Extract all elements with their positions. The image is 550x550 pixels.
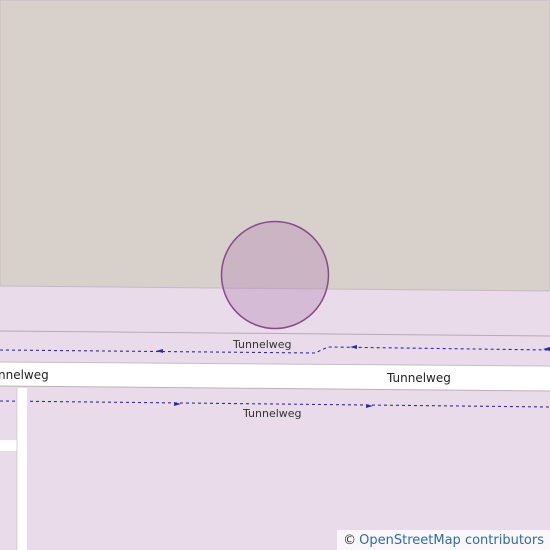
street-label-right: Tunnelweg — [387, 371, 451, 385]
side-path — [17, 388, 27, 550]
copyright-icon: © — [343, 532, 357, 548]
street-label-left: nnelweg — [0, 368, 49, 382]
openstreetmap-link[interactable]: OpenStreetMap contributors — [359, 533, 544, 548]
side-path — [0, 440, 17, 451]
footpath-label-lower: Tunnelweg — [243, 407, 302, 420]
map-attribution: © OpenStreetMap contributors — [337, 530, 550, 550]
map-canvas — [0, 0, 550, 550]
location-circle[interactable] — [220, 220, 330, 330]
map-view[interactable]: nnelweg Tunnelweg Tunnelweg Tunnelweg © … — [0, 0, 550, 550]
footpath-label-upper: Tunnelweg — [233, 338, 292, 351]
